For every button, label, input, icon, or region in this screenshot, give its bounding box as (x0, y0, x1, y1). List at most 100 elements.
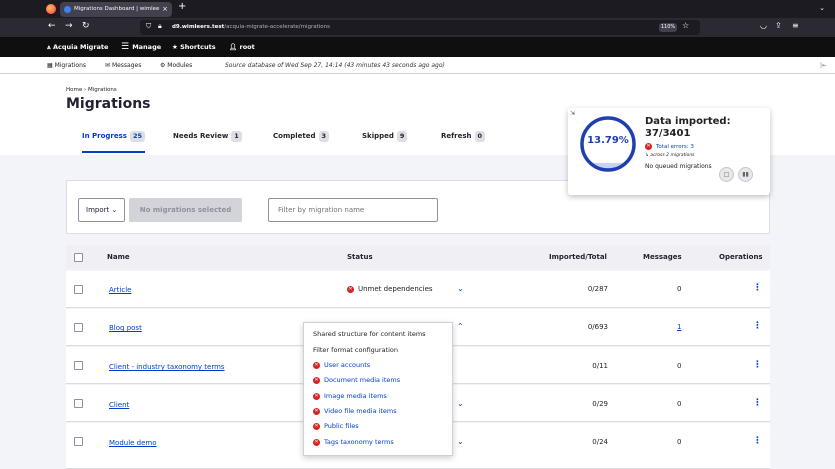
tray-modules[interactable]: ⚙ Modules (160, 57, 192, 74)
toolbar-user[interactable]: 👤︎ root (229, 37, 255, 57)
error-icon: ✕ (313, 392, 320, 400)
envelope-icon: ✉ (105, 62, 112, 69)
source-database-info: Source database of Wed Sep 27, 14:14 (43… (225, 62, 445, 69)
url-text[interactable]: d9.wimleers.test/acquia-migrate-accelera… (172, 21, 330, 34)
tab-refresh[interactable]: Refresh 0 (441, 131, 486, 153)
tab-completed[interactable]: Completed 3 (273, 131, 330, 153)
tab-label: Refresh (441, 132, 472, 140)
message-count: 0 (677, 362, 682, 370)
header-name[interactable]: Name (107, 245, 130, 269)
import-heading: Data imported: (645, 116, 731, 127)
toolbar-shortcuts-label: Shortcuts (180, 43, 216, 51)
migration-name-link[interactable]: Client - industry taxonomy terms (109, 363, 225, 371)
header-messages[interactable]: Messages (643, 245, 682, 269)
error-icon: ✕ (313, 422, 320, 430)
operations-menu-icon[interactable]: ⋮ (753, 360, 762, 370)
dependency-link[interactable]: ✕ Document media items (313, 376, 400, 384)
row-checkbox[interactable] (74, 361, 83, 370)
migration-name-link[interactable]: Client (109, 401, 129, 409)
dependency-item: Shared structure for content items (313, 330, 426, 338)
tray-migrations[interactable]: ▦ Migrations (47, 57, 86, 74)
tray-messages-label: Messages (111, 62, 142, 69)
operations-menu-icon[interactable]: ⋮ (753, 321, 762, 331)
error-icon: ✕ (313, 361, 320, 369)
breadcrumb-home[interactable]: Home (66, 87, 82, 93)
forward-icon[interactable]: → (65, 21, 73, 31)
operations-menu-icon[interactable]: ⋮ (753, 436, 762, 446)
tray-migrations-label: Migrations (54, 62, 86, 69)
shield-icon[interactable]: ⛉ (146, 22, 151, 31)
row-checkbox[interactable] (74, 399, 83, 408)
stop-button[interactable]: □ (719, 167, 734, 182)
message-count: 0 (677, 438, 682, 446)
imported-total: 0/287 (587, 285, 608, 293)
dependency-label: Image media items (324, 392, 387, 400)
browser-tab[interactable]: Migrations Dashboard | wimlee × (60, 2, 172, 17)
grid-icon: ▦ (47, 62, 55, 69)
chevron-down-icon[interactable]: ⌄ (457, 437, 464, 446)
message-count: 0 (677, 400, 682, 408)
tab-count: 1 (231, 131, 242, 142)
tab-list-icon[interactable]: ⌄ (819, 4, 825, 12)
close-tab-icon[interactable]: × (162, 2, 168, 17)
toolbar-acquia-migrate[interactable]: ⩓ Acquia Migrate (47, 37, 108, 57)
no-migrations-selected-button[interactable]: No migrations selected (129, 198, 242, 222)
dependency-link[interactable]: ✕ Public files (313, 422, 359, 430)
select-all-checkbox[interactable] (74, 253, 83, 262)
header-operations: Operations (719, 253, 763, 261)
dependency-link[interactable]: ✕ Video file media items (313, 407, 397, 415)
chevron-up-icon[interactable]: ⌃ (457, 322, 464, 331)
bookmark-star-icon[interactable]: ☆ (682, 21, 689, 30)
migration-name-link[interactable]: Blog post (109, 324, 142, 332)
tab-in-progress[interactable]: In Progress 25 (82, 131, 146, 153)
dependency-link[interactable]: ✕ Tags taxonomy terms (313, 438, 394, 446)
migration-filter-input[interactable] (268, 198, 438, 222)
imported-total: 0/693 (587, 323, 608, 331)
pocket-icon[interactable]: ◡ (760, 21, 767, 30)
operations-menu-icon[interactable]: ⋮ (753, 283, 762, 293)
back-icon[interactable]: ← (48, 21, 56, 31)
star-icon: ★ (172, 43, 181, 51)
bulk-action-select[interactable]: Import ⌄ (78, 198, 125, 222)
chevron-down-icon[interactable]: ⌄ (457, 284, 464, 293)
toolbar-manage[interactable]: ☰ Manage (121, 37, 161, 57)
tab-skipped[interactable]: Skipped 9 (362, 131, 408, 153)
firefox-icon (46, 4, 56, 14)
chevron-down-icon[interactable]: ⌄ (457, 399, 464, 408)
row-checkbox[interactable] (74, 437, 83, 446)
message-count: 0 (677, 285, 682, 293)
url-path: /acquia-migrate-accelerate/migrations (224, 24, 331, 30)
import-count: 37/3401 (645, 128, 691, 139)
dependency-label: Tags taxonomy terms (324, 438, 394, 446)
collapse-icon[interactable]: ⇲ (570, 110, 575, 117)
dependency-link[interactable]: ✕ User accounts (313, 361, 370, 369)
dependency-label: User accounts (324, 361, 371, 369)
tray-messages[interactable]: ✉ Messages (105, 57, 141, 74)
header-imported[interactable]: Imported/Total (549, 245, 607, 269)
tab-count: 9 (396, 131, 408, 142)
url-host: d9.wimleers.test (172, 24, 225, 30)
total-errors-link[interactable]: ✕ Total errors: 3 (645, 143, 694, 150)
row-checkbox[interactable] (74, 323, 83, 332)
pause-button[interactable]: ▮▮ (738, 167, 753, 182)
new-tab-button[interactable]: + (178, 1, 186, 12)
toolbar-user-label: root (239, 43, 255, 51)
operations-menu-icon[interactable]: ⋮ (753, 398, 762, 408)
reload-icon[interactable]: ↻ (82, 21, 90, 31)
tray-collapse-icon[interactable]: |⇤ (820, 57, 827, 74)
toolbar-shortcuts[interactable]: ★ Shortcuts (172, 37, 216, 57)
status-text: Unmet dependencies (358, 285, 433, 293)
imported-total: 0/24 (592, 438, 608, 446)
header-status[interactable]: Status (347, 245, 373, 269)
migration-name-link[interactable]: Article (109, 286, 131, 294)
tab-count: 0 (474, 131, 486, 142)
zoom-level[interactable]: 110% (659, 23, 677, 32)
extensions-icon[interactable]: ⇪ (775, 21, 782, 30)
migration-name-link[interactable]: Module demo (109, 439, 157, 447)
error-icon: ✕ (645, 143, 652, 150)
row-checkbox[interactable] (74, 285, 83, 294)
menu-icon[interactable]: ≡ (792, 21, 799, 30)
tab-needs-review[interactable]: Needs Review 1 (173, 131, 242, 153)
message-count-link[interactable]: 1 (677, 323, 681, 331)
dependency-link[interactable]: ✕ Image media items (313, 392, 387, 400)
